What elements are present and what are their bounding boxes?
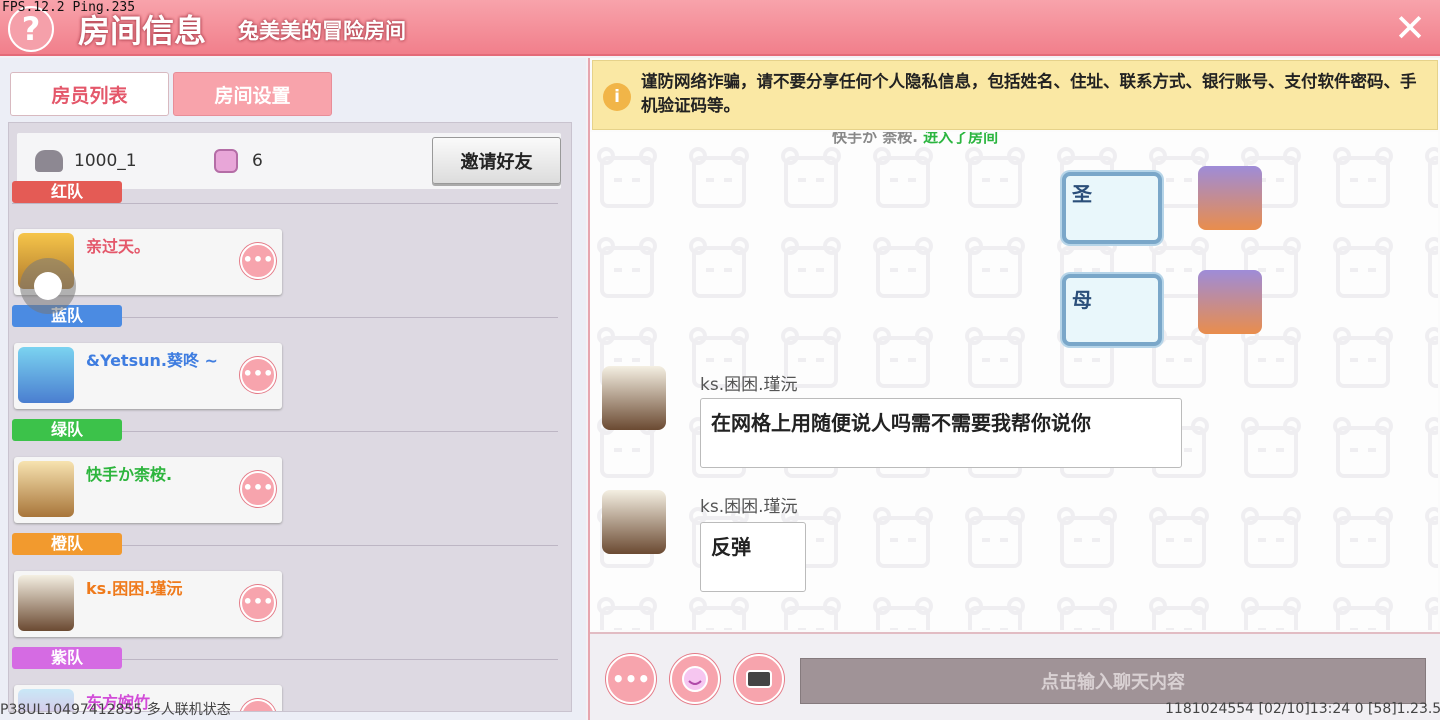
team-label-green: 绿队 — [12, 419, 122, 441]
title-bar: ? FPS.12.2 Ping.235 房间信息 兔美美的冒险房间 ✕ — [0, 0, 1440, 56]
avatar[interactable] — [1198, 270, 1262, 334]
list-item[interactable]: ks.困困.瑾沅 ••• — [14, 571, 282, 637]
sticker-text: 母 — [1072, 288, 1092, 312]
team-label-blue: 蓝队 — [12, 305, 122, 327]
team-label-orange: 橙队 — [12, 533, 122, 555]
keyboard-toggle-button[interactable] — [734, 654, 784, 704]
list-item[interactable]: 快手か柰桉. ••• — [14, 457, 282, 523]
page-title: 房间信息 — [78, 12, 207, 50]
sticker-message[interactable]: 圣 — [1062, 172, 1162, 244]
room-id: 1000_1 — [74, 151, 137, 171]
player-count-icon — [214, 149, 238, 173]
warning-text: 谨防网络诈骗，请不要分享任何个人隐私信息，包括姓名、住址、联系方式、银行账号、支… — [641, 72, 1417, 115]
member-name: 亲过天。 — [86, 237, 151, 256]
chat-bubble[interactable]: 在网格上用随便说人吗需不需要我帮你说你 — [700, 398, 1182, 468]
member-list[interactable]: 1000_1 6 邀请好友 红队 亲过天。 ••• 蓝队 &Yetsun.葵咚 … — [8, 122, 572, 712]
member-name: ks.困困.瑾沅 — [86, 579, 183, 598]
emoji-button[interactable] — [670, 654, 720, 704]
floating-assistive-ball[interactable] — [20, 258, 76, 314]
keyboard-icon — [746, 670, 772, 688]
avatar[interactable] — [602, 366, 666, 430]
device-status: P38UL10497412855 多人联机状态 — [0, 702, 231, 718]
room-icon — [35, 150, 63, 172]
sticker-message[interactable]: 母 — [1062, 274, 1162, 346]
avatar[interactable] — [602, 490, 666, 554]
member-name: 快手か柰桉. — [86, 465, 173, 484]
chat-input[interactable]: 点击输入聊天内容 — [800, 658, 1426, 704]
avatar[interactable] — [1198, 166, 1262, 230]
invite-friends-button[interactable]: 邀请好友 — [432, 137, 561, 184]
sticker-text: 圣 — [1072, 182, 1092, 206]
smiley-icon — [682, 666, 708, 692]
team-label-red: 红队 — [12, 181, 122, 203]
avatar[interactable] — [18, 461, 74, 517]
fraud-warning-banner: i 谨防网络诈骗，请不要分享任何个人隐私信息，包括姓名、住址、联系方式、银行账号… — [592, 60, 1438, 130]
more-actions-button[interactable]: ••• — [606, 654, 656, 704]
more-options-button[interactable]: ••• — [240, 243, 276, 279]
more-options-button[interactable]: ••• — [240, 357, 276, 393]
close-icon[interactable]: ✕ — [1390, 8, 1430, 48]
more-options-button[interactable]: ••• — [240, 471, 276, 507]
sender-name: ks.困困.瑾沅 — [700, 375, 798, 395]
info-icon: i — [603, 83, 631, 111]
member-name: &Yetsun.葵咚 ~ — [86, 351, 218, 370]
more-options-button[interactable]: ••• — [240, 585, 276, 621]
tab-member-list[interactable]: 房员列表 — [10, 72, 169, 116]
system-message: 快手か 柰桉. 进入了房间 — [832, 132, 998, 147]
list-item[interactable]: &Yetsun.葵咚 ~ ••• — [14, 343, 282, 409]
avatar[interactable] — [18, 575, 74, 631]
room-name: 兔美美的冒险房间 — [238, 19, 406, 43]
avatar[interactable] — [18, 347, 74, 403]
chat-bubble[interactable]: 反弹 — [700, 522, 806, 592]
more-options-button[interactable]: ••• — [240, 699, 276, 711]
build-status: 1181024554 [02/10]13:24 0 [58]1.23.5 — [1165, 701, 1440, 717]
system-message-text: 进入了房间 — [923, 132, 999, 146]
sender-name: ks.困困.瑾沅 — [700, 497, 798, 517]
team-divider — [12, 203, 558, 204]
team-label-purple: 紫队 — [12, 647, 122, 669]
member-panel: 房员列表 房间设置 1000_1 6 邀请好友 红队 亲过天。 ••• 蓝队 &… — [0, 58, 586, 720]
player-count: 6 — [252, 151, 263, 171]
tab-room-settings[interactable]: 房间设置 — [173, 72, 332, 116]
system-message-user: 快手か 柰桉. — [832, 132, 918, 146]
chat-panel: i 谨防网络诈骗，请不要分享任何个人隐私信息，包括姓名、住址、联系方式、银行账号… — [588, 58, 1440, 720]
chat-message-list[interactable]: 快手か 柰桉. 进入了房间 圣 母 ks.困困.瑾沅 在网格上用随便说人吗需不需… — [590, 132, 1438, 630]
